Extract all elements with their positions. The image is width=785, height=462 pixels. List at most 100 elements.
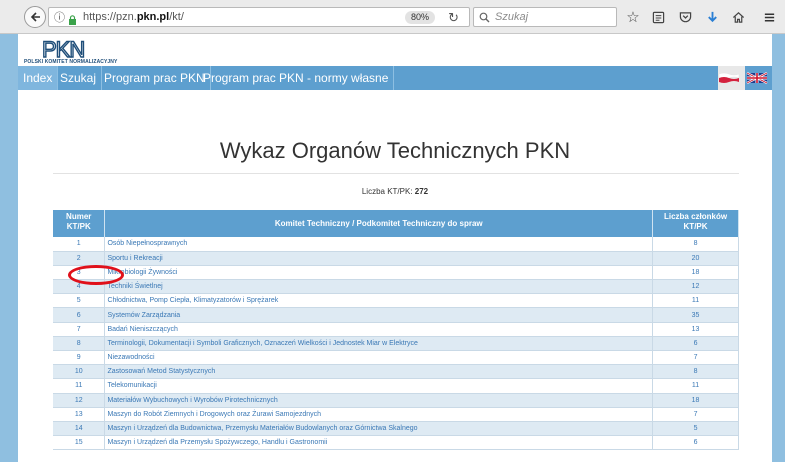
table-row: 4 Techniki Świetlnej 12	[53, 279, 739, 295]
table-row: 14 Maszyn i Urządzeń dla Budownictwa, Prz…	[53, 421, 739, 437]
table-row: 9 Niezawodności 7	[53, 350, 739, 366]
divider	[53, 173, 739, 174]
row-committee-name[interactable]: Materiałów Wybuchowych i Wyrobów Pirotec…	[104, 393, 654, 408]
web-page: PKN POLSKI KOMITET NORMALIZACYJNY Index …	[18, 34, 772, 462]
row-committee-name[interactable]: Terminologii, Dokumentacji i Symboli Gra…	[104, 336, 654, 352]
row-member-count[interactable]: 12	[652, 279, 739, 295]
nav-item-index[interactable]: Index	[18, 66, 59, 90]
table-row: 1 Osób Niepełnosprawnych 8	[53, 237, 739, 252]
row-committee-name[interactable]: Niezawodności	[104, 350, 654, 366]
table-row: 6 Systemów Zarządzania 35	[53, 307, 739, 323]
reload-icon[interactable]: ↻	[448, 10, 459, 26]
row-member-count[interactable]: 13	[652, 322, 739, 337]
browser-toolbar: ⓘ https://pzn.pkn.pl/kt/ 80% ↻ Szukaj ☆	[0, 0, 785, 34]
row-number[interactable]: 13	[53, 407, 106, 422]
row-member-count[interactable]: 8	[652, 237, 739, 252]
table-row: 10 Zastosowań Metod Statystycznych 8	[53, 364, 739, 380]
row-committee-name[interactable]: Sportu i Rekreacji	[104, 251, 654, 266]
table-row: 11 Telekomunikacji 11	[53, 378, 739, 394]
row-member-count[interactable]: 8	[652, 364, 739, 380]
table-row: 2 Sportu i Rekreacji 20	[53, 251, 739, 266]
row-number[interactable]: 9	[53, 350, 106, 366]
page-title: Wykaz Organów Technicznych PKN	[219, 138, 571, 163]
row-number[interactable]: 11	[53, 378, 106, 394]
row-member-count[interactable]: 35	[652, 307, 739, 323]
row-committee-name[interactable]: Maszyn do Robót Ziemnych i Drogowych ora…	[104, 407, 654, 422]
row-member-count[interactable]: 7	[652, 350, 739, 366]
main-nav: Index Szukaj Program prac PKN Program pr…	[18, 66, 772, 90]
nav-item-szukaj[interactable]: Szukaj	[55, 66, 103, 90]
row-number[interactable]: 6	[53, 307, 106, 323]
search-icon	[479, 12, 490, 22]
arrow-left-icon	[30, 12, 40, 22]
flag-uk-icon[interactable]	[746, 71, 768, 85]
home-icon[interactable]	[729, 8, 747, 26]
row-committee-name[interactable]: Maszyn i Urządzeń dla Budownictwa, Przem…	[104, 421, 654, 437]
bookmark-star-icon[interactable]: ☆	[624, 8, 642, 26]
committee-count: Liczba KT/PK: 272	[18, 187, 772, 196]
row-committee-name[interactable]: Zastosowań Metod Statystycznych	[104, 364, 654, 380]
url-text: https://pzn.pkn.pl/kt/	[83, 11, 184, 23]
table-row: 15 Maszyn i Urządzeń dla Przemysłu Spożyw…	[53, 435, 739, 451]
row-number[interactable]: 15	[53, 435, 106, 451]
header-number[interactable]: Numer KT/PK	[53, 210, 106, 237]
info-icon[interactable]: ⓘ	[54, 9, 65, 25]
menu-icon[interactable]	[760, 8, 778, 26]
row-committee-name[interactable]: Mikrobiologii Żywności	[104, 265, 654, 281]
row-committee-name[interactable]: Techniki Świetlnej	[104, 279, 654, 295]
row-number[interactable]: 2	[53, 251, 106, 266]
reading-list-icon[interactable]	[649, 8, 667, 26]
row-number[interactable]: 5	[53, 293, 106, 309]
lock-icon[interactable]	[68, 12, 77, 25]
table-body: 1 Osób Niepełnosprawnych 8 2 Sportu i Rekrea…	[53, 237, 739, 451]
committees-table: Numer KT/PK Komitet Techniczny / Podkomi…	[53, 210, 739, 451]
pocket-icon[interactable]	[676, 8, 694, 26]
row-number[interactable]: 7	[53, 322, 106, 337]
row-committee-name[interactable]: Telekomunikacji	[104, 378, 654, 394]
header-member-count[interactable]: Liczba członków KT/PK	[652, 210, 739, 237]
row-number[interactable]: 8	[53, 336, 106, 352]
row-number[interactable]: 4	[53, 279, 106, 295]
row-committee-name[interactable]: Badań Nieniszczących	[104, 322, 654, 337]
table-row: 13 Maszyn do Robót Ziemnych i Drogowych o…	[53, 407, 739, 422]
row-committee-name[interactable]: Osób Niepełnosprawnych	[104, 237, 654, 252]
row-number[interactable]: 14	[53, 421, 106, 437]
row-member-count[interactable]: 6	[652, 336, 739, 352]
row-number[interactable]: 3	[53, 265, 106, 281]
search-bar[interactable]: Szukaj	[473, 7, 617, 27]
count-label: Liczba KT/PK:	[361, 187, 413, 196]
count-value: 272	[414, 187, 429, 196]
download-icon[interactable]	[703, 8, 721, 26]
table-row: 3 Mikrobiologii Żywności 18	[53, 265, 739, 281]
back-button[interactable]	[24, 6, 46, 28]
table-row: 12 Materiałów Wybuchowych i Wyrobów Pirot…	[53, 393, 739, 408]
table-header-row: Numer KT/PK Komitet Techniczny / Podkomi…	[53, 210, 739, 237]
pkn-logo[interactable]: PKN POLSKI KOMITET NORMALIZACYJNY	[22, 36, 142, 65]
row-member-count[interactable]: 5	[652, 421, 739, 437]
row-committee-name[interactable]: Systemów Zarządzania	[104, 307, 654, 323]
table-row: 7 Badań Nieniszczących 13	[53, 322, 739, 337]
logo-subtitle: POLSKI KOMITET NORMALIZACYJNY	[24, 59, 118, 65]
table-row: 5 Chłodnictwa, Pomp Ciepła, Klimatyzatoró…	[53, 293, 739, 309]
nav-item-program-prac-normy[interactable]: Program prac PKN - normy własne	[198, 66, 395, 90]
row-member-count[interactable]: 11	[652, 293, 739, 309]
row-member-count[interactable]: 6	[652, 435, 739, 451]
row-committee-name[interactable]: Maszyn i Urządzeń dla Przemysłu Spożywcz…	[104, 435, 654, 451]
row-member-count[interactable]: 20	[652, 251, 739, 266]
row-member-count[interactable]: 18	[652, 265, 739, 281]
row-number[interactable]: 10	[53, 364, 106, 380]
header-committee[interactable]: Komitet Techniczny / Podkomitet Technicz…	[104, 210, 654, 237]
row-number[interactable]: 12	[53, 393, 106, 408]
row-number[interactable]: 1	[53, 237, 106, 252]
flag-pl-icon[interactable]	[718, 71, 740, 85]
table-row: 8 Terminologii, Dokumentacji i Symboli Gr…	[53, 336, 739, 352]
nav-item-program-prac[interactable]: Program prac PKN	[99, 66, 211, 90]
browser-window: ⓘ https://pzn.pkn.pl/kt/ 80% ↻ Szukaj ☆	[0, 0, 785, 462]
row-member-count[interactable]: 18	[652, 393, 739, 408]
zoom-level-badge[interactable]: 80%	[404, 11, 435, 24]
row-committee-name[interactable]: Chłodnictwa, Pomp Ciepła, Klimatyzatorów…	[104, 293, 654, 309]
search-placeholder: Szukaj	[495, 11, 529, 23]
row-member-count[interactable]: 11	[652, 378, 739, 394]
row-member-count[interactable]: 7	[652, 407, 739, 422]
url-bar[interactable]: ⓘ https://pzn.pkn.pl/kt/ 80% ↻	[48, 7, 470, 27]
